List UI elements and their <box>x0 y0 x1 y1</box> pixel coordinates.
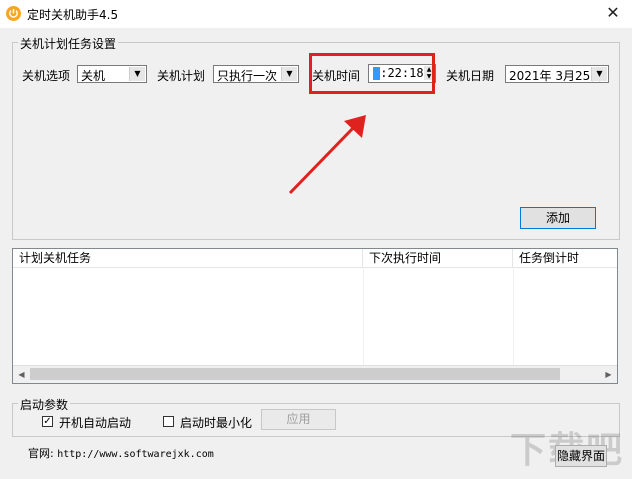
plan-settings-title: 关机计划任务设置 <box>18 35 119 52</box>
add-button[interactable]: 添加 <box>520 207 596 229</box>
shutdown-date-value: 2021年 3月25日 <box>509 69 603 83</box>
horizontal-scrollbar[interactable]: ◀ ▶ <box>13 365 617 383</box>
shutdown-plan-value: 只执行一次 <box>217 69 278 83</box>
website-info: 官网: http://www.softwarejxk.com <box>28 445 214 461</box>
website-url[interactable]: http://www.softwarejxk.com <box>57 449 214 460</box>
scroll-right-icon[interactable]: ▶ <box>600 367 617 382</box>
column-divider <box>513 267 514 367</box>
website-label: 官网: <box>28 447 54 460</box>
column-header-task[interactable]: 计划关机任务 <box>13 249 363 267</box>
apply-button[interactable]: 应用 <box>261 409 336 430</box>
scrollbar-thumb[interactable] <box>30 368 560 380</box>
task-list-header: 计划关机任务 下次执行时间 任务倒计时 <box>13 249 617 268</box>
autostart-checkbox[interactable]: ✓ <box>42 416 53 427</box>
dropdown-arrow-icon[interactable]: ▼ <box>281 67 297 81</box>
column-header-countdown[interactable]: 任务倒计时 <box>513 249 617 267</box>
shutdown-option-value: 关机 <box>81 69 106 83</box>
dropdown-arrow-icon[interactable]: ▼ <box>129 67 145 81</box>
autostart-label[interactable]: 开机自动启动 <box>59 414 131 431</box>
shutdown-option-label: 关机选项 <box>22 69 71 83</box>
minimize-label[interactable]: 启动时最小化 <box>180 414 252 431</box>
checkmark-icon: ✓ <box>43 416 52 427</box>
column-divider <box>363 267 364 367</box>
title-bar: 定时关机助手4.5 ✕ <box>0 0 632 28</box>
shutdown-date-picker[interactable]: 2021年 3月25日 ▼ <box>505 65 609 83</box>
hide-window-button[interactable]: 隐藏界面 <box>555 445 607 467</box>
shutdown-date-label: 关机日期 <box>446 69 495 83</box>
power-icon <box>6 6 21 21</box>
close-icon[interactable]: ✕ <box>600 2 626 24</box>
dropdown-arrow-icon[interactable]: ▼ <box>591 67 607 81</box>
startup-params-title: 启动参数 <box>18 396 71 413</box>
column-header-next-run[interactable]: 下次执行时间 <box>363 249 513 267</box>
annotation-arrow <box>288 115 366 195</box>
task-list[interactable]: 计划关机任务 下次执行时间 任务倒计时 ◀ ▶ <box>12 248 618 384</box>
shutdown-plan-select[interactable]: 只执行一次 ▼ <box>213 65 299 83</box>
scroll-left-icon[interactable]: ◀ <box>13 367 30 382</box>
annotation-highlight-box <box>309 53 435 94</box>
window-title: 定时关机助手4.5 <box>27 8 119 22</box>
shutdown-option-select[interactable]: 关机 ▼ <box>77 65 147 83</box>
shutdown-plan-label: 关机计划 <box>157 69 206 83</box>
minimize-checkbox[interactable] <box>163 416 174 427</box>
